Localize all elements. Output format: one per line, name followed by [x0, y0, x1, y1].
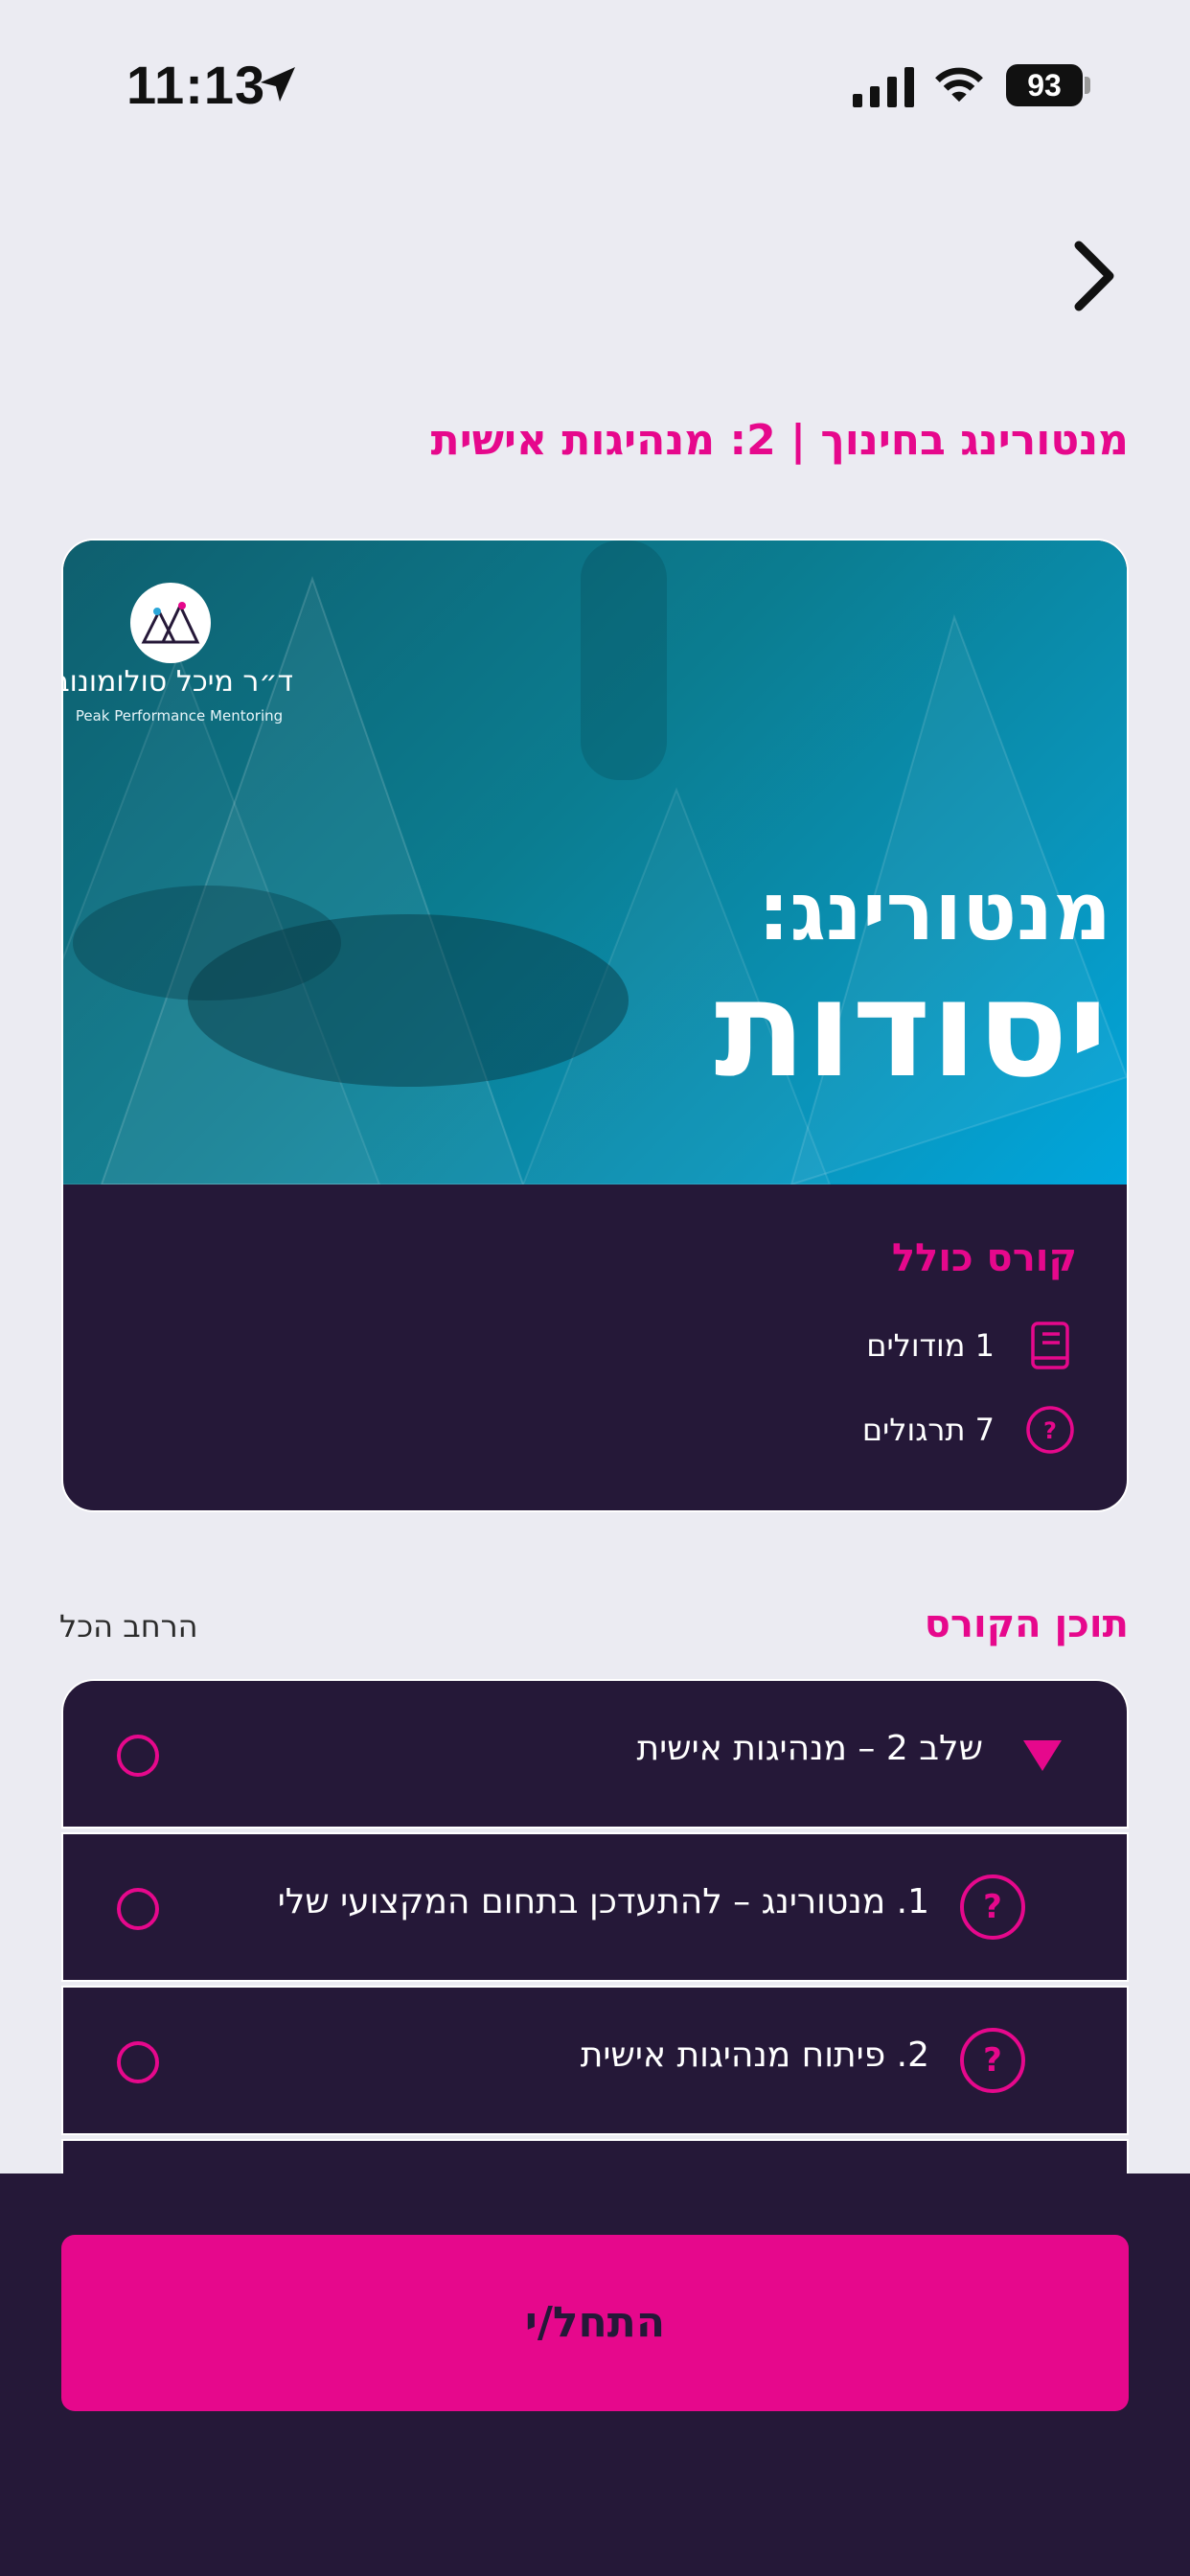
wifi-icon: [935, 67, 983, 103]
status-bar: 11:13 93: [0, 0, 1190, 172]
brand-logo-icon: [130, 583, 211, 663]
course-card[interactable]: ד״ר מיכל סולומונוביץ Peak Performance Me…: [61, 539, 1129, 1512]
exercises-count: ? 7 תרגולים: [862, 1403, 1077, 1457]
hero-title-line1: מנטורינג:: [757, 864, 1111, 958]
page-title: מנטורינג בחינוך | 2: מנהיגות אישית: [430, 416, 1129, 465]
triangle-down-icon[interactable]: [1021, 1738, 1064, 1773]
expand-all-link[interactable]: הרחב הכל: [59, 1608, 198, 1644]
list-item-lesson[interactable]: ? 1. מנטורינג – להתעדכן בתחום המקצועי של…: [61, 1832, 1129, 1982]
hero-title-line2: יסודות: [714, 952, 1108, 1108]
back-chevron-icon[interactable]: [1067, 238, 1125, 314]
list-item-lesson[interactable]: [61, 2139, 1129, 2177]
svg-text:?: ?: [1043, 1417, 1057, 1444]
list-item-label: שלב 2 – מנהיגות אישית: [636, 1729, 983, 1768]
modules-count-label: 1 מודולים: [866, 1327, 995, 1364]
question-icon: ?: [1026, 1406, 1074, 1454]
battery-tip: [1085, 77, 1090, 94]
start-button[interactable]: התחל/י: [61, 2235, 1129, 2411]
course-type-label: קורס כולל: [891, 1236, 1077, 1280]
battery-indicator: 93: [1006, 64, 1083, 106]
question-icon: ?: [960, 2028, 1025, 2093]
status-time: 11:13: [126, 55, 266, 115]
course-info: קורס כולל 1 מודולים ? 7 תרגולים: [63, 1184, 1127, 1510]
list-item-label: 1. מנטורינג – להתעדכן בתחום המקצועי שלי: [277, 1882, 929, 1921]
list-item-stage[interactable]: שלב 2 – מנהיגות אישית: [61, 1679, 1129, 1828]
book-icon: [1031, 1322, 1069, 1369]
bottom-action-bar: התחל/י: [0, 2174, 1190, 2576]
brand-logo-tagline: Peak Performance Mentoring: [75, 707, 284, 724]
cellular-signal-icon: [853, 67, 914, 107]
completion-circle-icon: [117, 1888, 159, 1930]
completion-circle-icon: [117, 2041, 159, 2083]
course-content-title: תוכן הקורס: [924, 1602, 1129, 1646]
course-hero-image: ד״ר מיכל סולומונוביץ Peak Performance Me…: [63, 540, 1127, 1184]
brand-logo-name: ד״ר מיכל סולומונוביץ: [63, 665, 293, 699]
question-icon: ?: [960, 1874, 1025, 1940]
modules-count: 1 מודולים: [866, 1319, 1077, 1372]
completion-circle-icon: [117, 1735, 159, 1777]
exercises-count-label: 7 תרגולים: [861, 1412, 995, 1448]
list-item-label: 2. פיתוח מנהיגות אישית: [580, 2036, 929, 2075]
location-arrow-icon: [261, 67, 295, 102]
list-item-lesson[interactable]: ? 2. פיתוח מנהיגות אישית: [61, 1986, 1129, 2135]
course-content-list: שלב 2 – מנהיגות אישית ? 1. מנטורינג – לה…: [61, 1679, 1129, 2177]
